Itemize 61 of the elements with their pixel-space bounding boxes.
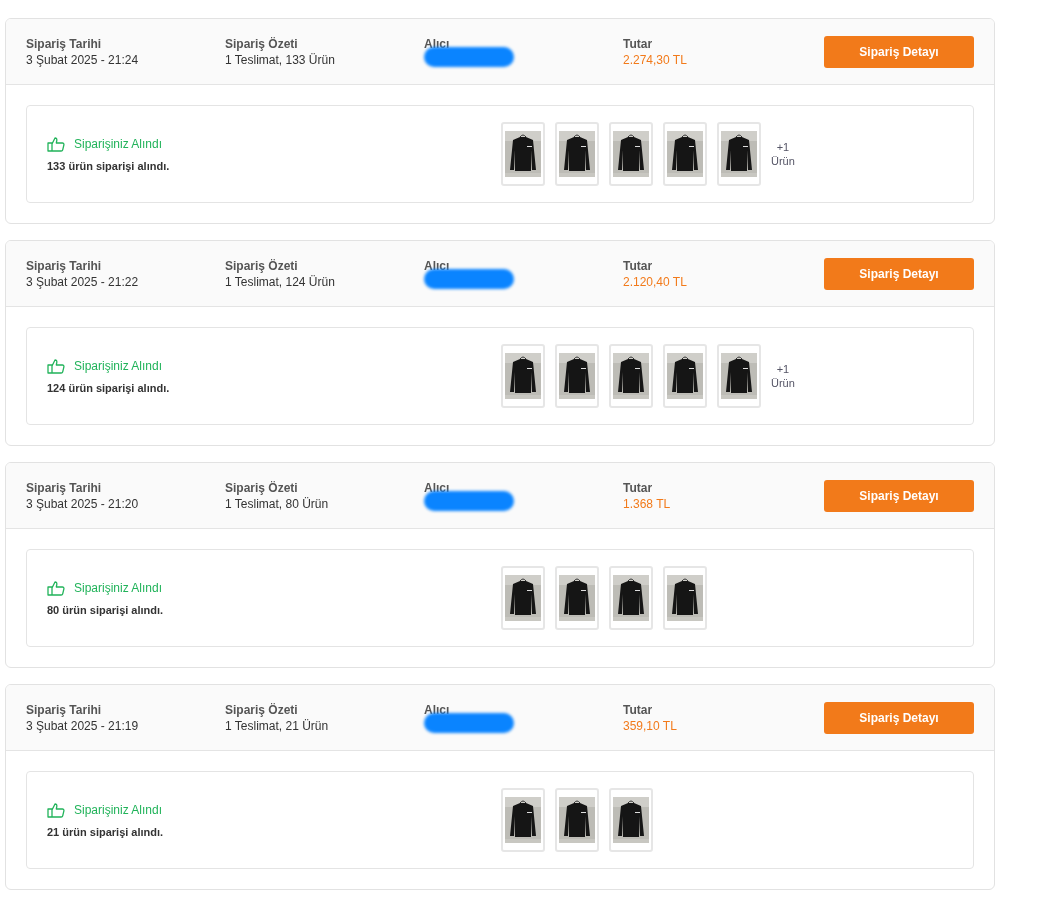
product-thumbnail[interactable] <box>663 344 707 408</box>
order-date: 3 Şubat 2025 - 21:19 <box>26 718 140 733</box>
product-thumbnail[interactable] <box>555 566 599 630</box>
recipient-label: Alıcı <box>424 702 451 717</box>
order-status: Siparişiniz Alındı <box>74 581 163 595</box>
more-products-text[interactable]: Ürün <box>771 155 795 167</box>
product-thumbnail[interactable] <box>663 566 707 630</box>
order-date: 3 Şubat 2025 - 21:24 <box>26 52 140 67</box>
product-thumbnail[interactable] <box>555 344 599 408</box>
thumbs-up-icon <box>47 358 65 374</box>
status-message: 21 ürün siparişi alındı. <box>47 826 165 838</box>
order-status: Siparişiniz Alındı <box>74 137 163 151</box>
order-date: 3 Şubat 2025 - 21:22 <box>26 274 140 289</box>
product-thumbnail[interactable] <box>555 122 599 186</box>
date-label: Sipariş Tarihi <box>26 36 103 51</box>
product-thumbnail[interactable] <box>609 344 653 408</box>
product-thumbnail[interactable] <box>555 788 599 852</box>
order-summary: 1 Teslimat, 124 Ürün <box>225 274 336 289</box>
product-thumbnail[interactable] <box>501 122 545 186</box>
recipient-label: Alıcı <box>424 258 451 273</box>
more-products-text[interactable]: Ürün <box>771 377 795 389</box>
date-label: Sipariş Tarihi <box>26 258 103 273</box>
product-thumbnail[interactable] <box>663 122 707 186</box>
status-message: 133 ürün siparişi alındı. <box>47 160 171 172</box>
order-total: 359,10 TL <box>623 718 678 733</box>
thumbs-up-icon <box>47 136 65 152</box>
order-total: 2.120,40 TL <box>623 274 688 289</box>
date-label: Sipariş Tarihi <box>26 702 103 717</box>
total-label: Tutar <box>623 480 654 495</box>
recipient-label: Alıcı <box>424 36 451 51</box>
product-thumbnail[interactable] <box>501 344 545 408</box>
total-label: Tutar <box>623 258 654 273</box>
order-total: 1.368 TL <box>623 496 672 511</box>
product-thumbnail[interactable] <box>609 566 653 630</box>
summary-label: Sipariş Özeti <box>225 36 299 51</box>
product-thumbnail[interactable] <box>717 122 761 186</box>
summary-label: Sipariş Özeti <box>225 480 299 495</box>
order-date: 3 Şubat 2025 - 21:20 <box>26 496 140 511</box>
status-message: 80 ürün siparişi alındı. <box>47 604 165 616</box>
date-label: Sipariş Tarihi <box>26 480 103 495</box>
status-message: 124 ürün siparişi alındı. <box>47 382 171 394</box>
order-summary: 1 Teslimat, 21 Ürün <box>225 718 330 733</box>
summary-label: Sipariş Özeti <box>225 702 299 717</box>
more-products-text[interactable]: +1 <box>776 363 790 375</box>
total-label: Tutar <box>623 36 654 51</box>
product-thumbnail[interactable] <box>609 788 653 852</box>
product-thumbnail[interactable] <box>501 566 545 630</box>
total-label: Tutar <box>623 702 654 717</box>
more-products-text[interactable]: +1 <box>776 141 790 153</box>
recipient-label: Alıcı <box>424 480 451 495</box>
order-summary: 1 Teslimat, 80 Ürün <box>225 496 330 511</box>
order-status: Siparişiniz Alındı <box>74 803 163 817</box>
product-thumbnail[interactable] <box>501 788 545 852</box>
thumbs-up-icon <box>47 802 65 818</box>
order-summary: 1 Teslimat, 133 Ürün <box>225 52 336 67</box>
product-thumbnail[interactable] <box>609 122 653 186</box>
order-status: Siparişiniz Alındı <box>74 359 163 373</box>
summary-label: Sipariş Özeti <box>225 258 299 273</box>
product-thumbnail[interactable] <box>717 344 761 408</box>
thumbs-up-icon <box>47 580 65 596</box>
order-total: 2.274,30 TL <box>623 52 688 67</box>
